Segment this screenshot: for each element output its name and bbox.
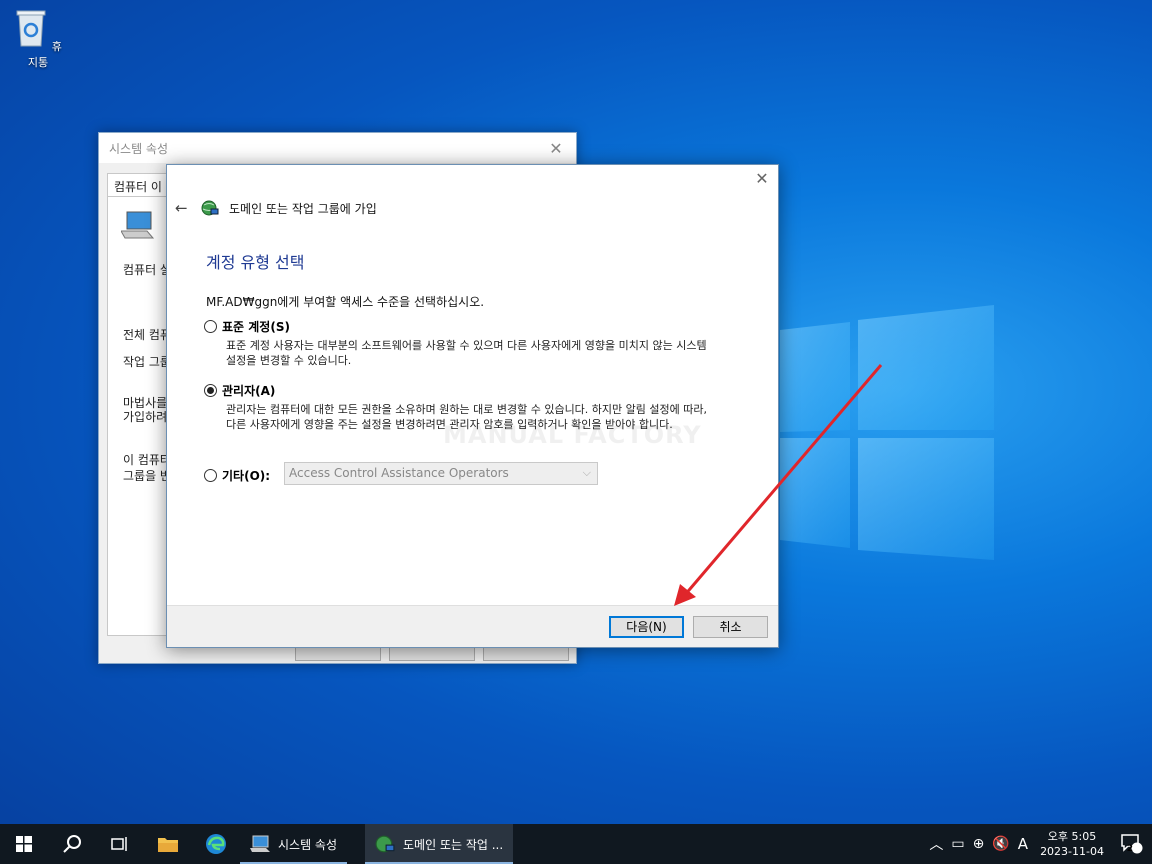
edge-button[interactable] — [192, 824, 240, 864]
taskbar-app-label: 시스템 속성 — [278, 837, 338, 852]
clock[interactable]: 오후 5:05 2023-11-04 — [1032, 829, 1112, 859]
taskbar: 시스템 속성 도메인 또는 작업 ... ︿ ▭ ⊕ 🔇 A 오후 5:05 2… — [0, 824, 1152, 864]
radio-administrator[interactable] — [204, 384, 217, 397]
other-group-value: Access Control Assistance Operators — [289, 466, 509, 480]
dialog-header-title: 도메인 또는 작업 그룹에 가입 — [229, 201, 377, 216]
sysprop-text-5: 가입하려 — [123, 410, 168, 424]
cancel-button[interactable]: 취소 — [693, 616, 768, 638]
system-properties-title: 시스템 속성 — [109, 141, 169, 156]
network-globe-icon — [375, 835, 395, 853]
taskbar-app-join-domain[interactable]: 도메인 또는 작업 ... — [365, 824, 514, 864]
start-button[interactable] — [0, 824, 48, 864]
recycle-bin-icon — [16, 10, 46, 47]
file-explorer-button[interactable] — [144, 824, 192, 864]
task-view-icon — [111, 837, 127, 851]
page-title: 계정 유형 선택 — [206, 253, 305, 272]
system-properties-titlebar[interactable]: 시스템 속성 ✕ — [99, 133, 576, 163]
volume-muted-icon[interactable]: 🔇 — [988, 836, 1013, 852]
option-other[interactable]: 기타(O): — [204, 467, 270, 484]
sysprop-text-7: 그룹을 변 — [123, 469, 171, 483]
folder-icon — [158, 838, 178, 852]
search-button[interactable] — [48, 824, 96, 864]
edge-browser-icon — [206, 834, 226, 854]
other-group-dropdown[interactable]: Access Control Assistance Operators ⌵ — [284, 462, 598, 485]
join-domain-dialog[interactable]: ✕ ← 도메인 또는 작업 그룹에 가입 계정 유형 선택 MF.AD₩ggn에… — [166, 164, 779, 648]
next-button[interactable]: 다음(N) — [609, 616, 684, 638]
radio-other[interactable] — [204, 469, 217, 482]
option-administrator-label: 관리자(A) — [222, 384, 276, 398]
sysprop-text-3: 작업 그룹 — [123, 355, 171, 369]
network-icon[interactable]: ⊕ — [969, 836, 989, 852]
system-properties-app-icon — [250, 835, 270, 852]
sysprop-text-1: 컴퓨터 설 — [123, 263, 171, 277]
battery-icon[interactable]: ▭ — [947, 836, 968, 852]
close-icon[interactable]: ✕ — [752, 169, 772, 189]
clock-date: 2023-11-04 — [1040, 845, 1104, 858]
ime-indicator[interactable]: A — [1014, 835, 1032, 853]
taskbar-app-system-properties[interactable]: 시스템 속성 — [240, 824, 348, 864]
watermark: MANUAL FACTORY — [443, 421, 702, 449]
close-icon[interactable]: ✕ — [546, 139, 566, 158]
option-standard-label: 표준 계정(S) — [222, 320, 290, 334]
chevron-up-icon[interactable]: ︿ — [925, 834, 947, 854]
system-tray: ︿ ▭ ⊕ 🔇 A 오후 5:05 2023-11-04 2 — [925, 824, 1152, 864]
radio-standard[interactable] — [204, 320, 217, 333]
recycle-bin-shortcut[interactable]: 휴지통 — [10, 8, 66, 70]
task-view-button[interactable] — [96, 824, 144, 864]
dialog-header: ← 도메인 또는 작업 그룹에 가입 — [175, 199, 377, 217]
option-other-label: 기타(O): — [222, 469, 271, 483]
search-icon — [63, 835, 81, 853]
notification-count-badge: 2 — [1126, 844, 1133, 854]
clock-time: 오후 5:05 — [1047, 830, 1097, 843]
sysprop-text-2: 전체 컴퓨 — [123, 328, 171, 342]
computer-icon — [121, 211, 155, 239]
taskbar-app-label: 도메인 또는 작업 ... — [403, 837, 504, 852]
chevron-down-icon: ⌵ — [582, 466, 591, 479]
option-standard-account[interactable]: 표준 계정(S) 표준 계정 사용자는 대부분의 소프트웨어를 사용할 수 있으… — [204, 318, 716, 368]
sysprop-text-6: 이 컴퓨터 — [123, 453, 171, 467]
option-standard-desc: 표준 계정 사용자는 대부분의 소프트웨어를 사용할 수 있으며 다른 사용자에… — [226, 339, 707, 367]
windows-start-icon — [16, 836, 32, 852]
notification-center-button[interactable]: 2 — [1112, 834, 1152, 854]
back-arrow-icon[interactable]: ← — [175, 199, 191, 217]
intro-text: MF.AD₩ggn에게 부여할 액세스 수준을 선택하십시오. — [206, 295, 485, 309]
network-globe-icon — [201, 200, 219, 216]
dialog-footer: 다음(N) 취소 — [167, 605, 778, 647]
